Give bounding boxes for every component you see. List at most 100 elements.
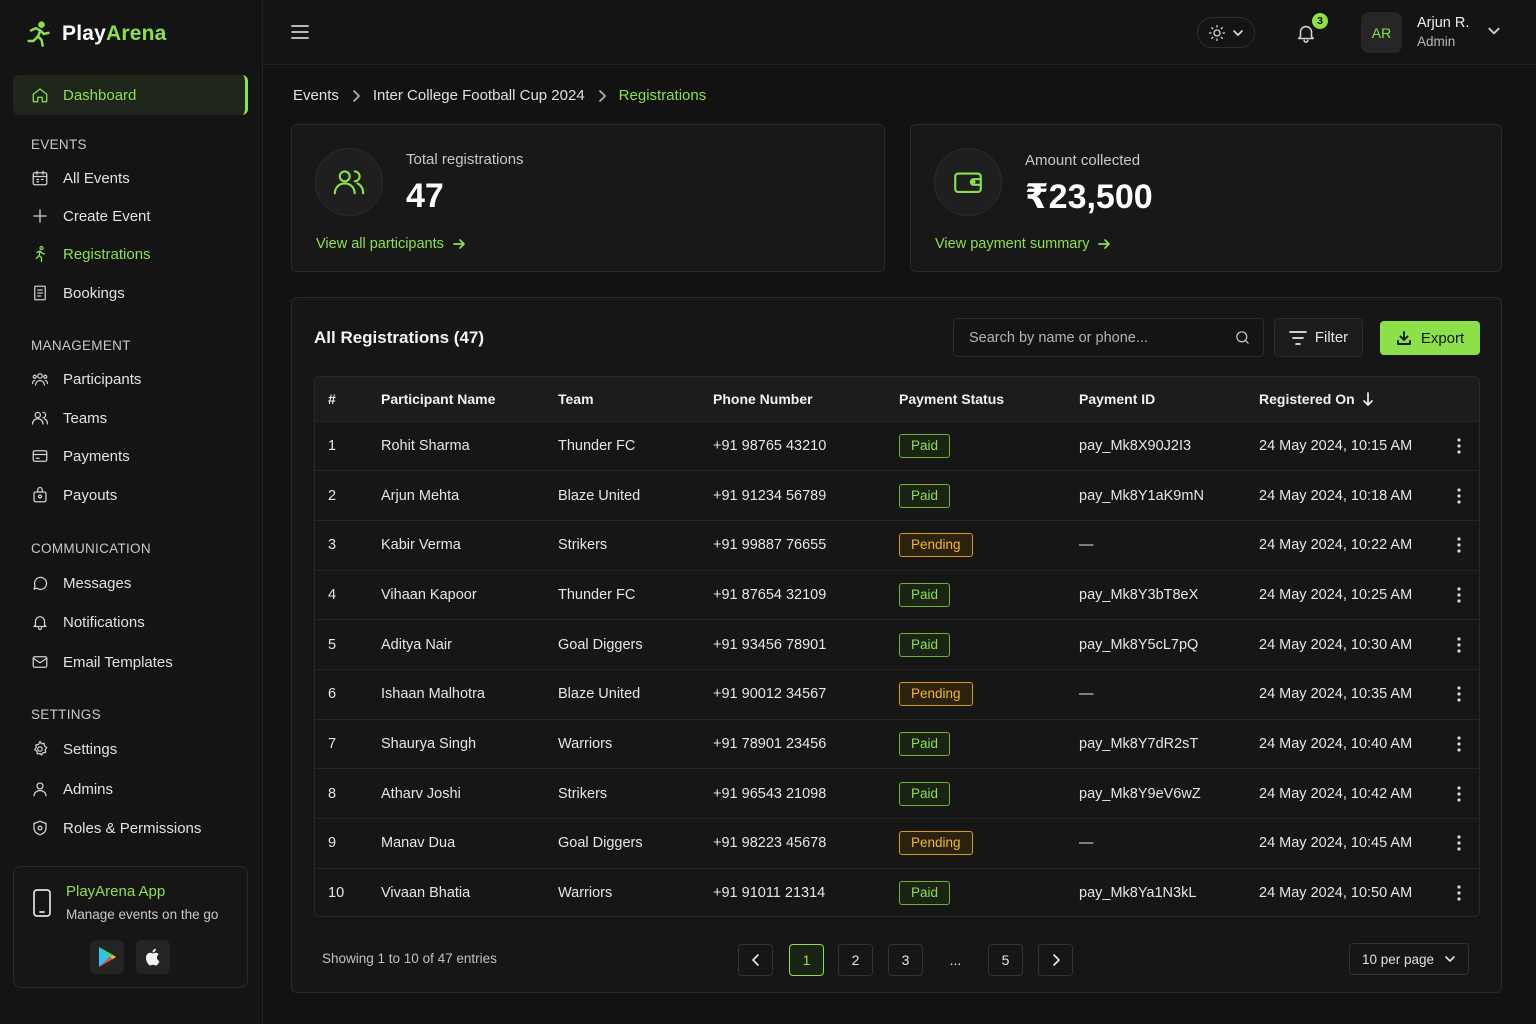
sun-icon	[1208, 24, 1226, 42]
sidebar-item-notifications[interactable]: Notifications	[13, 602, 248, 642]
table-row[interactable]: 10 Vivaan Bhatia Warriors +91 91011 21314 Pa…	[315, 868, 1479, 916]
more-vertical-icon[interactable]	[1437, 736, 1479, 752]
chevron-down-icon[interactable]	[1487, 24, 1501, 38]
sidebar-item-participants[interactable]: Participants	[13, 359, 248, 399]
payment-id: pay_Mk8Y5cL7pQ	[1079, 636, 1199, 653]
sidebar-item-settings[interactable]: Settings	[13, 729, 248, 769]
payment-id: pay_Mk8Ya1N3kL	[1079, 885, 1197, 902]
payment-status-cell: Paid	[899, 769, 1079, 819]
theme-toggle[interactable]	[1197, 17, 1255, 48]
row-actions-cell	[1437, 868, 1479, 916]
menu-icon[interactable]	[290, 22, 310, 42]
more-vertical-icon[interactable]	[1437, 537, 1479, 553]
page-button-5[interactable]: 5	[988, 944, 1023, 976]
view-participants-link[interactable]: View all participants	[316, 236, 466, 252]
participant-name: Vihaan Kapoor	[381, 586, 477, 603]
per-page-select[interactable]: 10 per page	[1349, 943, 1469, 975]
phone-number: +91 93456 78901	[713, 636, 827, 653]
more-vertical-icon[interactable]	[1437, 636, 1479, 653]
top-bar: 3 AR Arjun R. Admin	[263, 0, 1536, 65]
page-button-1[interactable]: 1	[789, 944, 824, 976]
column-header-registered-on[interactable]: Registered On	[1259, 377, 1437, 421]
column-header-label: Registered On	[1259, 390, 1355, 407]
prev-page-button[interactable]	[738, 944, 773, 976]
table-row[interactable]: 9 Manav Dua Goal Diggers +91 98223 45678 Pen…	[315, 818, 1479, 869]
more-vertical-icon[interactable]	[1437, 686, 1479, 702]
bell-icon	[31, 613, 49, 631]
more-vertical-icon[interactable]	[1437, 487, 1479, 504]
table-row[interactable]: 8 Atharv Joshi Strikers +91 96543 21098 Paid…	[315, 768, 1479, 819]
chevron-down-icon	[1232, 27, 1244, 39]
phone-number: +91 96543 21098	[713, 785, 827, 802]
avatar[interactable]: AR	[1361, 12, 1402, 53]
phone-number: +91 90012 34567	[713, 686, 827, 703]
status-badge: Paid	[899, 582, 951, 607]
chevron-left-icon	[751, 953, 761, 967]
play-store-button[interactable]	[90, 940, 124, 974]
status-badge: Paid	[899, 433, 951, 458]
bag-icon	[31, 486, 49, 504]
sidebar-item-label: Payments	[63, 447, 130, 465]
pagination-ellipsis: ...	[949, 952, 962, 968]
view-payment-summary-link[interactable]: View payment summary	[935, 236, 1111, 252]
page-button-2[interactable]: 2	[838, 944, 873, 976]
team-name: Thunder FC	[558, 586, 636, 603]
export-button[interactable]: Export	[1380, 321, 1480, 355]
table-row[interactable]: 7 Shaurya Singh Warriors +91 78901 23456 Pai…	[315, 719, 1479, 769]
search-box	[953, 318, 1264, 357]
sidebar-item-admins[interactable]: Admins	[13, 769, 248, 809]
more-vertical-icon[interactable]	[1437, 885, 1479, 901]
sidebar-item-roles-permissions[interactable]: Roles & Permissions	[13, 808, 248, 848]
sidebar-item-dashboard[interactable]: Dashboard	[13, 75, 248, 115]
team-name: Warriors	[558, 885, 613, 902]
status-badge: Pending	[899, 533, 973, 558]
breadcrumb-event-name[interactable]: Inter College Football Cup 2024	[373, 87, 585, 104]
row-actions-cell	[1437, 769, 1479, 819]
table-row[interactable]: 3 Kabir Verma Strikers +91 99887 76655 Pendi…	[315, 520, 1479, 570]
sidebar-item-messages[interactable]: Messages	[13, 563, 248, 603]
filter-button[interactable]: Filter	[1274, 318, 1363, 357]
registered-on: 24 May 2024, 10:18 AM	[1259, 487, 1413, 504]
row-index: 7	[328, 735, 337, 752]
registered-on: 24 May 2024, 10:30 AM	[1259, 636, 1413, 653]
sidebar-item-email-templates[interactable]: Email Templates	[13, 642, 248, 682]
table-row[interactable]: 2 Arjun Mehta Blaze United +91 91234 56789 P…	[315, 470, 1479, 521]
section-title-management: MANAGEMENT	[31, 338, 131, 353]
more-vertical-icon[interactable]	[1437, 438, 1479, 454]
row-actions-cell	[1437, 819, 1479, 869]
stat-value: 47	[406, 177, 444, 215]
breadcrumb-events[interactable]: Events	[293, 87, 339, 104]
arrow-right-icon	[452, 237, 466, 251]
brand-logo[interactable]: PlayArena	[24, 20, 167, 48]
column-header-actions	[1437, 377, 1479, 421]
shield-gear-icon	[31, 819, 49, 837]
registered-on: 24 May 2024, 10:45 AM	[1259, 835, 1413, 852]
sidebar-item-payments[interactable]: Payments	[13, 436, 248, 476]
sidebar-item-bookings[interactable]: Bookings	[13, 273, 248, 313]
row-index: 4	[328, 586, 337, 603]
team-name: Goal Diggers	[558, 636, 643, 653]
table-row[interactable]: 1 Rohit Sharma Thunder FC +91 98765 43210 Pa…	[315, 421, 1479, 471]
row-index: 1	[328, 437, 337, 454]
runner-icon	[31, 245, 49, 263]
page-button-3[interactable]: 3	[888, 944, 923, 976]
more-vertical-icon[interactable]	[1437, 786, 1479, 802]
section-title-events: EVENTS	[31, 137, 87, 152]
table-row[interactable]: 5 Aditya Nair Goal Diggers +91 93456 78901 P…	[315, 619, 1479, 670]
more-vertical-icon[interactable]	[1437, 835, 1479, 851]
search-input[interactable]	[954, 319, 1224, 356]
table-row[interactable]: 4 Vihaan Kapoor Thunder FC +91 87654 32109 P…	[315, 570, 1479, 620]
sidebar-item-payouts[interactable]: Payouts	[13, 475, 248, 515]
link-label: View payment summary	[935, 236, 1090, 252]
app-store-button[interactable]	[136, 940, 170, 974]
status-badge: Pending	[899, 831, 973, 856]
sidebar-item-label: Admins	[63, 780, 114, 798]
sidebar-item-teams[interactable]: Teams	[13, 398, 248, 438]
next-page-button[interactable]	[1038, 944, 1073, 976]
search-icon[interactable]	[1234, 329, 1251, 346]
sidebar-item-all-events[interactable]: All Events	[13, 158, 248, 198]
table-row[interactable]: 6 Ishaan Malhotra Blaze United +91 90012 34…	[315, 669, 1479, 719]
sidebar-item-registrations[interactable]: Registrations	[13, 234, 248, 274]
sidebar-item-create-event[interactable]: Create Event	[13, 196, 248, 236]
more-vertical-icon[interactable]	[1437, 587, 1479, 603]
